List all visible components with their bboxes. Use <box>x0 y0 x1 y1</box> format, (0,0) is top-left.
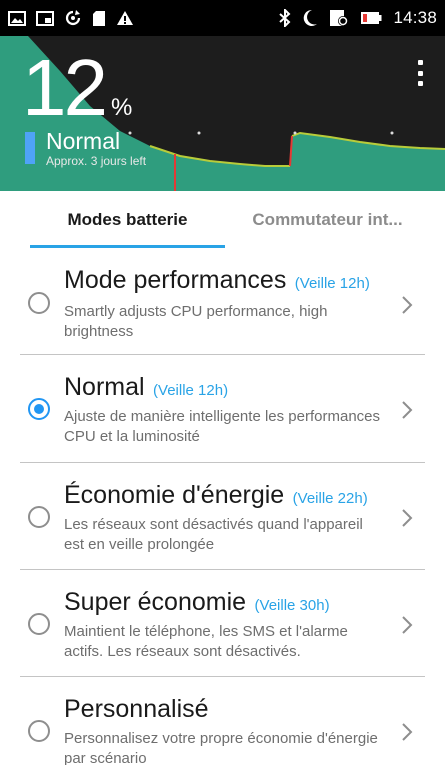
mode-description: Ajuste de manière intelligente les perfo… <box>64 408 381 445</box>
mode-title-row: Personnalisé <box>64 695 213 724</box>
mode-radio-personnalise[interactable] <box>28 720 50 742</box>
sd-card-icon <box>92 10 106 27</box>
mode-description: Les réseaux sont désactivés quand l'appa… <box>64 516 363 553</box>
mode-title-row: Super économie (Veille 30h) <box>64 588 330 617</box>
mode-radio-normal[interactable] <box>28 398 50 420</box>
mode-radio-super-economie[interactable] <box>28 613 50 635</box>
overflow-menu-button[interactable] <box>413 58 427 88</box>
mode-radio-performances[interactable] <box>28 292 50 314</box>
mode-item-performances[interactable]: Mode performances (Veille 12h) Smartly a… <box>0 252 445 354</box>
battery-saver-icon <box>329 9 349 27</box>
active-tab-indicator <box>30 245 225 248</box>
status-bar-time: 14:38 <box>393 8 437 27</box>
mode-item-normal[interactable]: Normal (Veille 12h) Ajuste de manière in… <box>0 355 445 462</box>
status-bar: 14:38 <box>0 0 445 36</box>
chevron-right-icon[interactable] <box>400 507 414 529</box>
warning-icon <box>116 10 134 26</box>
chevron-right-icon[interactable] <box>400 399 414 421</box>
mode-title: Économie d'énergie <box>64 481 285 509</box>
status-bar-right: 14:38 <box>279 0 437 36</box>
overflow-menu-dot <box>417 70 423 76</box>
mode-standby-time: (Veille 22h) <box>292 490 368 507</box>
chevron-right-icon[interactable] <box>400 294 414 316</box>
mode-title: Personnalisé <box>64 695 209 723</box>
bluetooth-icon <box>279 9 291 27</box>
status-bar-left <box>8 0 134 36</box>
cast-icon <box>36 10 54 26</box>
chevron-right-icon[interactable] <box>400 614 414 636</box>
mode-title-row: Mode performances (Veille 12h) <box>64 266 370 295</box>
mode-title: Super économie <box>64 588 247 616</box>
remaining-time-text: Approx. 3 jours left <box>46 154 147 168</box>
mode-description: Smartly adjusts CPU performance, high br… <box>64 303 328 340</box>
battery-header: 12 % Normal Approx. 3 jours left <box>0 36 445 191</box>
battery-percentage: 12 % <box>22 48 132 128</box>
current-mode-indicator <box>25 132 35 164</box>
mode-title: Mode performances <box>64 266 287 294</box>
mode-item-economie-energie[interactable]: Économie d'énergie (Veille 22h) Les rése… <box>0 463 445 569</box>
mode-radio-economie-energie[interactable] <box>28 506 50 528</box>
mode-standby-time: (Veille 12h) <box>153 382 229 399</box>
chevron-right-icon[interactable] <box>400 721 414 743</box>
tab-bar: Modes batterie Commutateur int... <box>0 191 445 249</box>
overflow-menu-dot <box>417 81 423 86</box>
overflow-menu-icon <box>417 60 423 65</box>
tab-commutateur-intelligent[interactable]: Commutateur int... <box>225 191 430 249</box>
sync-icon <box>64 10 82 26</box>
mode-item-super-economie[interactable]: Super économie (Veille 30h) Maintient le… <box>0 570 445 676</box>
mode-standby-time: (Veille 30h) <box>254 597 330 614</box>
battery-percent-unit: % <box>110 94 133 121</box>
mode-description: Personnalisez votre propre économie d'én… <box>64 730 378 765</box>
mode-title: Normal <box>64 373 145 401</box>
image-notification-icon <box>8 10 26 26</box>
mode-title-row: Normal (Veille 12h) <box>64 373 228 402</box>
current-mode-name: Normal <box>46 128 121 154</box>
battery-percent-value: 12 <box>22 43 108 132</box>
mode-description: Maintient le téléphone, les SMS et l'ala… <box>64 623 348 660</box>
battery-icon <box>360 11 382 25</box>
mode-item-personnalise[interactable]: Personnalisé Personnalisez votre propre … <box>0 677 445 765</box>
tab-modes-batterie[interactable]: Modes batterie <box>30 191 225 249</box>
mode-title-row: Économie d'énergie (Veille 22h) <box>64 481 368 510</box>
do-not-disturb-moon-icon <box>302 9 318 27</box>
mode-standby-time: (Veille 12h) <box>294 275 370 292</box>
